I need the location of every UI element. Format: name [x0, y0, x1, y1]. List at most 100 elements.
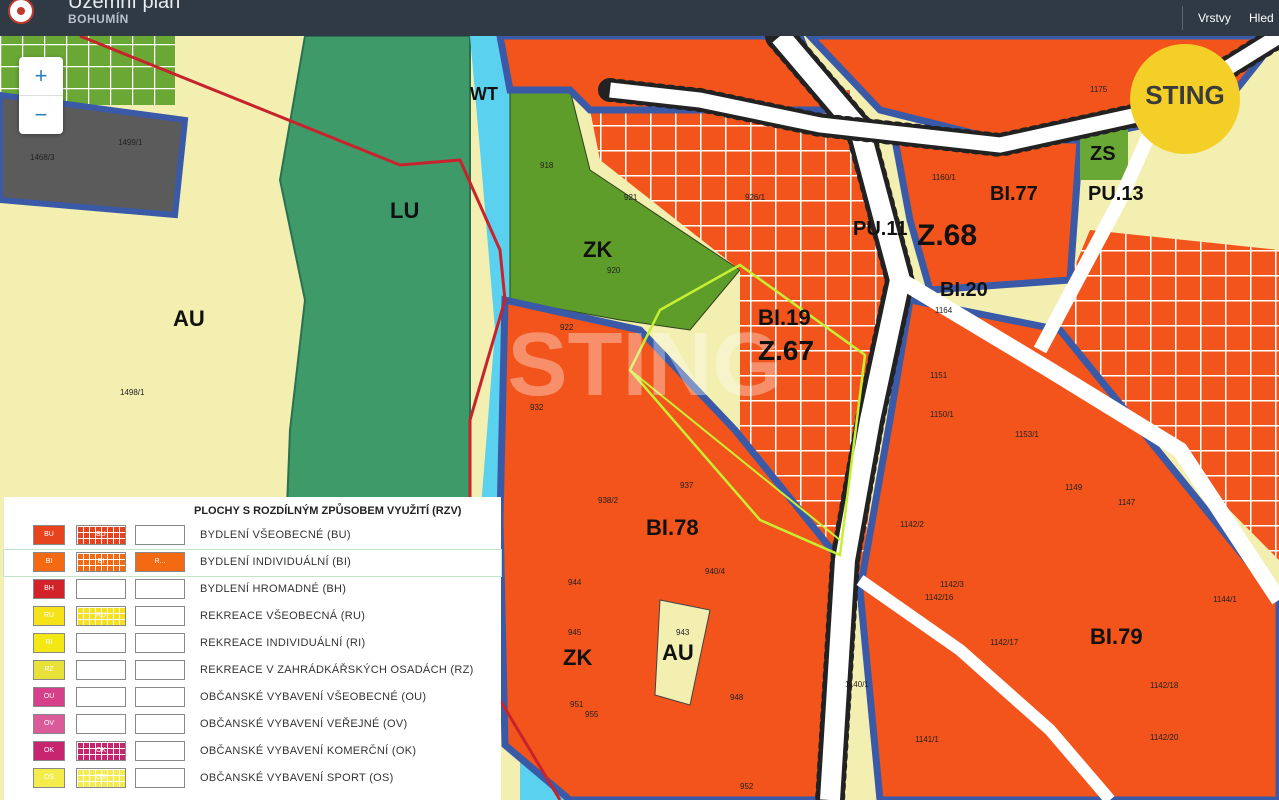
- municipality-logo-icon: [8, 0, 34, 24]
- zone-label: PU.11: [853, 218, 907, 240]
- zoom-out-button[interactable]: −: [19, 95, 63, 134]
- parcel-number: 955: [585, 710, 599, 719]
- legend-label: REKREACE VŠEOBECNÁ (RU): [200, 610, 366, 622]
- parcel-number: 1142/3: [940, 580, 964, 589]
- parcel-number: 1142/16: [925, 593, 954, 602]
- legend-reserve-button[interactable]: [135, 579, 185, 599]
- parcel-number: 1142/17: [990, 638, 1019, 647]
- legend-swatch: BU: [33, 525, 65, 545]
- legend-swatch: BI: [33, 552, 65, 572]
- parcel-number: 1499/1: [118, 138, 143, 147]
- parcel-number: 940/4: [705, 567, 726, 576]
- legend-label: REKREACE V ZAHRÁDKÁŘSKÝCH OSADÁCH (RZ): [200, 664, 474, 676]
- legend-title: PLOCHY S ROZDÍLNÝM ZPŮSOBEM VYUŽITÍ (RZV…: [194, 505, 462, 517]
- zoom-control: + −: [19, 57, 63, 134]
- parcel-number: 1498/1: [120, 388, 145, 397]
- zone-label: ZK: [563, 645, 592, 670]
- zone-label: ZK: [583, 237, 612, 262]
- legend-swatch: OV: [33, 714, 65, 734]
- legend-row[interactable]: OK OK OBČANSKÉ VYBAVENÍ KOMERČNÍ (OK): [4, 739, 501, 765]
- zone-label: AU: [662, 640, 694, 665]
- zone-label: BI.79: [1090, 624, 1143, 649]
- legend-reserve-button[interactable]: [135, 606, 185, 626]
- legend-reserve-button[interactable]: [135, 660, 185, 680]
- zone-label: Z.68: [917, 219, 977, 252]
- parcel-number: 932: [530, 403, 544, 412]
- legend-reserve-button[interactable]: [135, 525, 185, 545]
- legend-reserve-button[interactable]: [135, 714, 185, 734]
- parcel-number: 1151: [930, 371, 948, 380]
- legend-label: OBČANSKÉ VYBAVENÍ KOMERČNÍ (OK): [200, 745, 417, 757]
- zoom-in-button[interactable]: +: [19, 57, 63, 95]
- legend-reserve-button[interactable]: [135, 768, 185, 788]
- zone-label: ZS: [1090, 143, 1116, 165]
- legend-swatch-proposed: RU: [76, 606, 126, 626]
- parcel-number: 1142/20: [1150, 733, 1179, 742]
- legend-swatch: BH: [33, 579, 65, 599]
- legend-label: BYDLENÍ HROMADNÉ (BH): [200, 583, 347, 595]
- legend-reserve-button[interactable]: [135, 633, 185, 653]
- parcel-number: 1142/2: [900, 520, 924, 529]
- parcel-number: 926/1: [745, 193, 766, 202]
- parcel-number: 921: [624, 193, 638, 202]
- parcel-number: 1141/1: [915, 735, 939, 744]
- legend-swatch-proposed: BU: [76, 525, 126, 545]
- legend-row[interactable]: OV OBČANSKÉ VYBAVENÍ VEŘEJNÉ (OV): [4, 712, 501, 738]
- zone-label: WT: [470, 84, 498, 104]
- parcel-number: 1140/1: [845, 680, 869, 689]
- zone-label: PU.13: [1088, 183, 1144, 205]
- parcel-number: 1144/1: [1213, 595, 1237, 604]
- parcel-number: 951: [570, 700, 584, 709]
- legend-label: REKREACE INDIVIDUÁLNÍ (RI): [200, 637, 366, 649]
- sting-logo: STING: [1130, 44, 1240, 154]
- parcel-number: 945: [568, 628, 582, 637]
- parcel-number: 938/2: [598, 496, 619, 505]
- zone-label: LU: [390, 198, 419, 223]
- legend-row[interactable]: BU BU BYDLENÍ VŠEOBECNÉ (BU): [4, 523, 501, 549]
- legend-label: OBČANSKÉ VYBAVENÍ VEŘEJNÉ (OV): [200, 718, 408, 730]
- legend-swatch: OS: [33, 768, 65, 788]
- legend-label: BYDLENÍ INDIVIDUÁLNÍ (BI): [200, 556, 352, 568]
- bi-area-bi77: [890, 136, 1084, 294]
- legend-swatch-proposed: OS: [76, 768, 126, 788]
- zone-label: BI.19: [758, 305, 811, 330]
- legend-reserve-button[interactable]: [135, 687, 185, 707]
- legend-reserve-button[interactable]: R...: [135, 552, 185, 572]
- legend-label: BYDLENÍ VŠEOBECNÉ (BU): [200, 529, 351, 541]
- parcel-number: 922: [560, 323, 574, 332]
- legend-panel: PLOCHY S ROZDÍLNÝM ZPŮSOBEM VYUŽITÍ (RZV…: [3, 497, 502, 800]
- app-header: Územní plán BOHUMÍN Vrstvy Hled: [0, 0, 1279, 36]
- parcel-number: 1149: [1065, 483, 1083, 492]
- parcel-number: 937: [680, 481, 694, 490]
- legend-row[interactable]: RI REKREACE INDIVIDUÁLNÍ (RI): [4, 631, 501, 657]
- legend-swatch: OU: [33, 687, 65, 707]
- legend-row[interactable]: OS OS OBČANSKÉ VYBAVENÍ SPORT (OS): [4, 766, 501, 792]
- legend-swatch-proposed: [76, 633, 126, 653]
- parcel-number: 1142/18: [1150, 681, 1179, 690]
- parcel-number: 1160/1: [932, 173, 956, 182]
- parcel-number: 1153/1: [1015, 430, 1039, 439]
- legend-row[interactable]: BH BYDLENÍ HROMADNÉ (BH): [4, 577, 501, 603]
- legend-swatch-proposed: [76, 687, 126, 707]
- watermark-text: STING: [507, 315, 782, 415]
- nav-divider: [1182, 6, 1183, 30]
- legend-reserve-button[interactable]: [135, 741, 185, 761]
- legend-swatch: OK: [33, 741, 65, 761]
- parcel-number: 918: [540, 161, 554, 170]
- legend-swatch: RI: [33, 633, 65, 653]
- zone-label: BI.78: [646, 515, 699, 540]
- zone-label: Z.67: [758, 335, 814, 366]
- parcel-number: 1468/3: [30, 153, 55, 162]
- legend-row[interactable]: BI BI R... BYDLENÍ INDIVIDUÁLNÍ (BI): [3, 549, 502, 577]
- zone-label: BI.77: [990, 183, 1038, 205]
- parcel-number: 1175: [1090, 85, 1108, 94]
- legend-row[interactable]: OU OBČANSKÉ VYBAVENÍ VŠEOBECNÉ (OU): [4, 685, 501, 711]
- legend-row[interactable]: RZ REKREACE V ZAHRÁDKÁŘSKÝCH OSADÁCH (RZ): [4, 658, 501, 684]
- layers-button[interactable]: Vrstvy: [1198, 11, 1231, 25]
- parcel-number: 943: [676, 628, 690, 637]
- zone-label: AU: [173, 306, 205, 331]
- legend-swatch-proposed: [76, 660, 126, 680]
- legend-row[interactable]: RU RU REKREACE VŠEOBECNÁ (RU): [4, 604, 501, 630]
- search-button[interactable]: Hled: [1249, 11, 1274, 25]
- legend-swatch-proposed: [76, 714, 126, 734]
